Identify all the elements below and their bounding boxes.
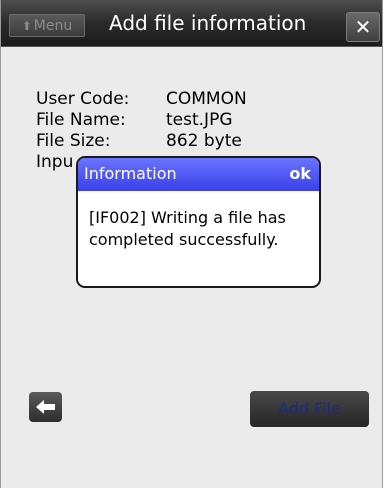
- information-dialog: Information ok [IF002] Writing a file ha…: [76, 156, 321, 288]
- file-size-label: File Size:: [36, 131, 111, 151]
- file-name-row: File Name: test.JPG: [36, 110, 233, 130]
- up-arrow-icon: ⬆: [21, 19, 32, 33]
- back-arrow-icon: [36, 400, 55, 414]
- dialog-message: [IF002] Writing a file has completed suc…: [89, 208, 286, 249]
- title-bar: ⬆ Menu Add file information ✕: [1, 0, 382, 47]
- menu-button[interactable]: ⬆ Menu: [9, 14, 85, 37]
- user-code-label: User Code:: [36, 89, 130, 109]
- dialog-ok-button[interactable]: ok: [289, 164, 311, 183]
- app-screen: ⬆ Menu Add file information ✕ User Code: C…: [0, 0, 383, 488]
- close-icon: ✕: [354, 15, 372, 39]
- add-file-button[interactable]: Add File: [250, 391, 369, 427]
- file-name-label: File Name:: [36, 110, 126, 130]
- dialog-header: Information ok: [78, 158, 319, 191]
- menu-label: Menu: [33, 18, 73, 34]
- user-code-row: User Code: COMMON: [36, 89, 247, 109]
- page-title: Add file information: [109, 11, 307, 35]
- dialog-title: Information: [84, 164, 177, 183]
- user-code-value: COMMON: [166, 89, 247, 109]
- file-name-value: test.JPG: [166, 110, 233, 130]
- file-size-row: File Size: 862 byte: [36, 131, 242, 151]
- close-button[interactable]: ✕: [346, 12, 380, 42]
- file-size-value: 862 byte: [166, 131, 242, 151]
- back-button[interactable]: [29, 392, 62, 422]
